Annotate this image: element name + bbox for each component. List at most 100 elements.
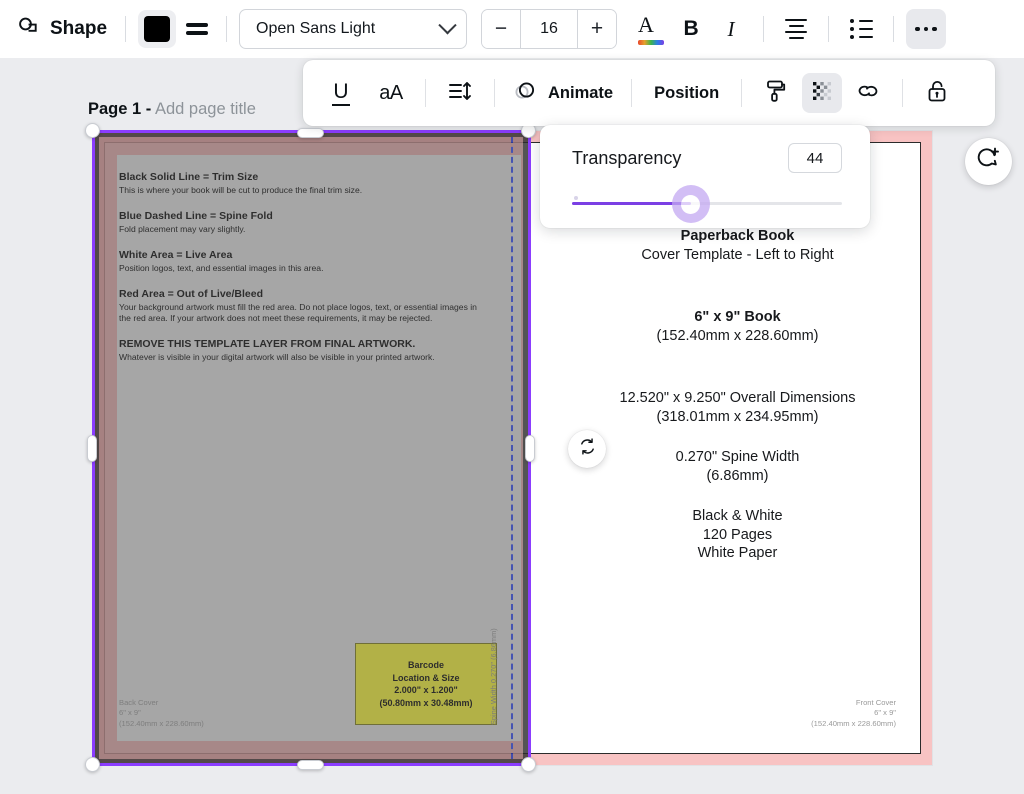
front-cover-note-line3: (152.40mm x 228.60mm)	[811, 719, 896, 730]
toolbar-divider	[902, 79, 903, 107]
letter-case-button[interactable]: aA	[371, 73, 411, 113]
position-label: Position	[654, 84, 719, 103]
slider-tick	[574, 196, 578, 200]
transparency-icon	[810, 79, 834, 108]
rotate-button[interactable]	[568, 430, 606, 468]
underline-label: U	[332, 81, 349, 106]
transparency-value-input[interactable]: 44	[788, 143, 842, 173]
animate-button[interactable]: Animate	[509, 73, 617, 113]
more-options-icon	[915, 27, 937, 32]
back-cover-note: Back Cover 6" x 9" (152.40mm x 228.60mm)	[119, 698, 204, 730]
text-align-button[interactable]	[776, 9, 816, 49]
barcode-line3: 2.000" x 1.200"	[394, 684, 458, 697]
animate-label: Animate	[548, 84, 613, 103]
template-heading: White Area = Live Area	[119, 249, 487, 262]
resize-handle-top[interactable]	[297, 128, 324, 138]
template-block: REMOVE THIS TEMPLATE LAYER FROM FINAL AR…	[119, 338, 487, 363]
resize-handle-bottom[interactable]	[297, 760, 324, 770]
front-cover-note-line2: 6" x 9"	[811, 708, 896, 719]
template-body: Whatever is visible in your digital artw…	[119, 352, 487, 363]
lock-button[interactable]	[917, 73, 957, 113]
text-color-button[interactable]: A	[631, 9, 671, 49]
front-cover-note: Front Cover 6" x 9" (152.40mm x 228.60mm…	[811, 698, 896, 730]
line-spacing-button[interactable]	[440, 73, 480, 113]
back-cover-note-line1: Back Cover	[119, 698, 204, 709]
slider-knob[interactable]	[672, 185, 710, 223]
toolbar-divider	[226, 16, 227, 42]
front-subtitle: Cover Template - Left to Right	[543, 246, 932, 265]
transparency-slider[interactable]	[572, 193, 842, 215]
toolbar-divider	[763, 16, 764, 42]
template-body: This is where your book will be cut to p…	[119, 185, 487, 196]
underline-button[interactable]: U	[321, 73, 361, 113]
template-heading: Black Solid Line = Trim Size	[119, 171, 487, 184]
template-layer[interactable]: Black Solid Line = Trim Size This is whe…	[93, 131, 529, 765]
front-overall-in: 12.520" x 9.250" Overall Dimensions	[543, 389, 932, 408]
toolbar-divider	[425, 79, 426, 107]
page-title-bar[interactable]: Page 1 - Add page title	[88, 100, 256, 119]
resize-handle-right[interactable]	[525, 435, 535, 462]
shape-label: Shape	[50, 18, 107, 40]
fill-color-button[interactable]	[138, 10, 176, 48]
resize-handle-bottom-left[interactable]	[85, 757, 100, 772]
font-family-value: Open Sans Light	[256, 20, 375, 38]
position-button[interactable]: Position	[646, 73, 727, 113]
template-instructions: Black Solid Line = Trim Size This is whe…	[119, 171, 487, 377]
toolbar-divider	[741, 79, 742, 107]
bullet-list-button[interactable]	[841, 9, 881, 49]
barcode-line1: Barcode	[408, 659, 444, 672]
front-spine-mm: (6.86mm)	[543, 467, 932, 486]
shape-icon	[16, 15, 40, 44]
shape-button[interactable]: Shape	[14, 11, 113, 48]
spine-fold-line	[511, 137, 513, 759]
paint-roller-button[interactable]	[756, 73, 796, 113]
template-body: Fold placement may vary slightly.	[119, 224, 487, 235]
template-heading: Blue Dashed Line = Spine Fold	[119, 210, 487, 223]
link-icon	[855, 79, 881, 108]
font-size-increase-button[interactable]: +	[578, 10, 616, 48]
bold-button[interactable]: B	[671, 9, 711, 49]
add-comment-icon	[976, 146, 1002, 177]
border-style-icon-line-1	[186, 23, 208, 27]
text-color-icon: A	[638, 15, 664, 43]
italic-label: I	[728, 17, 735, 42]
font-size-stepper: − 16 +	[481, 9, 617, 49]
transparency-panel: Transparency 44	[540, 125, 870, 228]
front-overall-mm: (318.01mm x 234.95mm)	[543, 408, 932, 427]
font-family-select[interactable]: Open Sans Light	[239, 9, 467, 49]
letter-case-label: aA	[379, 82, 402, 105]
spine-width-label: Spine Width 0.270" (6.86mm)	[489, 628, 498, 725]
front-size-mm: (152.40mm x 228.60mm)	[543, 327, 932, 346]
template-heading: Red Area = Out of Live/Bleed	[119, 288, 487, 301]
italic-button[interactable]: I	[711, 9, 751, 49]
template-body: Position logos, text, and essential imag…	[119, 263, 487, 274]
chevron-down-icon	[438, 16, 456, 34]
template-block: Blue Dashed Line = Spine Fold Fold place…	[119, 210, 487, 235]
transparency-button[interactable]	[802, 73, 842, 113]
toolbar-divider	[893, 16, 894, 42]
rotate-icon	[578, 437, 597, 461]
link-button[interactable]	[848, 73, 888, 113]
toolbar-divider	[125, 16, 126, 42]
barcode-line2: Location & Size	[392, 672, 459, 685]
toolbar-divider	[828, 16, 829, 42]
front-color: Black & White	[543, 507, 932, 526]
line-spacing-icon	[447, 79, 473, 108]
border-style-icon-line-2	[186, 31, 208, 35]
lock-icon	[926, 78, 948, 109]
front-size-title: 6" x 9" Book	[543, 308, 932, 327]
add-comment-button[interactable]	[965, 138, 1012, 185]
font-size-input[interactable]: 16	[520, 10, 578, 48]
resize-handle-bottom-right[interactable]	[521, 757, 536, 772]
template-block: Red Area = Out of Live/Bleed Your backgr…	[119, 288, 487, 324]
barcode-line4: (50.80mm x 30.48mm)	[379, 697, 472, 710]
canva-editor: Shape Open Sans Light − 16 + A	[0, 0, 1024, 794]
border-style-button[interactable]	[180, 12, 214, 46]
page-title-placeholder[interactable]: Add page title	[155, 100, 256, 118]
resize-handle-left[interactable]	[87, 435, 97, 462]
font-size-decrease-button[interactable]: −	[482, 10, 520, 48]
more-options-button[interactable]	[906, 9, 946, 49]
front-cover-note-line1: Front Cover	[811, 698, 896, 709]
resize-handle-top-left[interactable]	[85, 123, 100, 138]
transparency-header: Transparency 44	[572, 143, 842, 173]
